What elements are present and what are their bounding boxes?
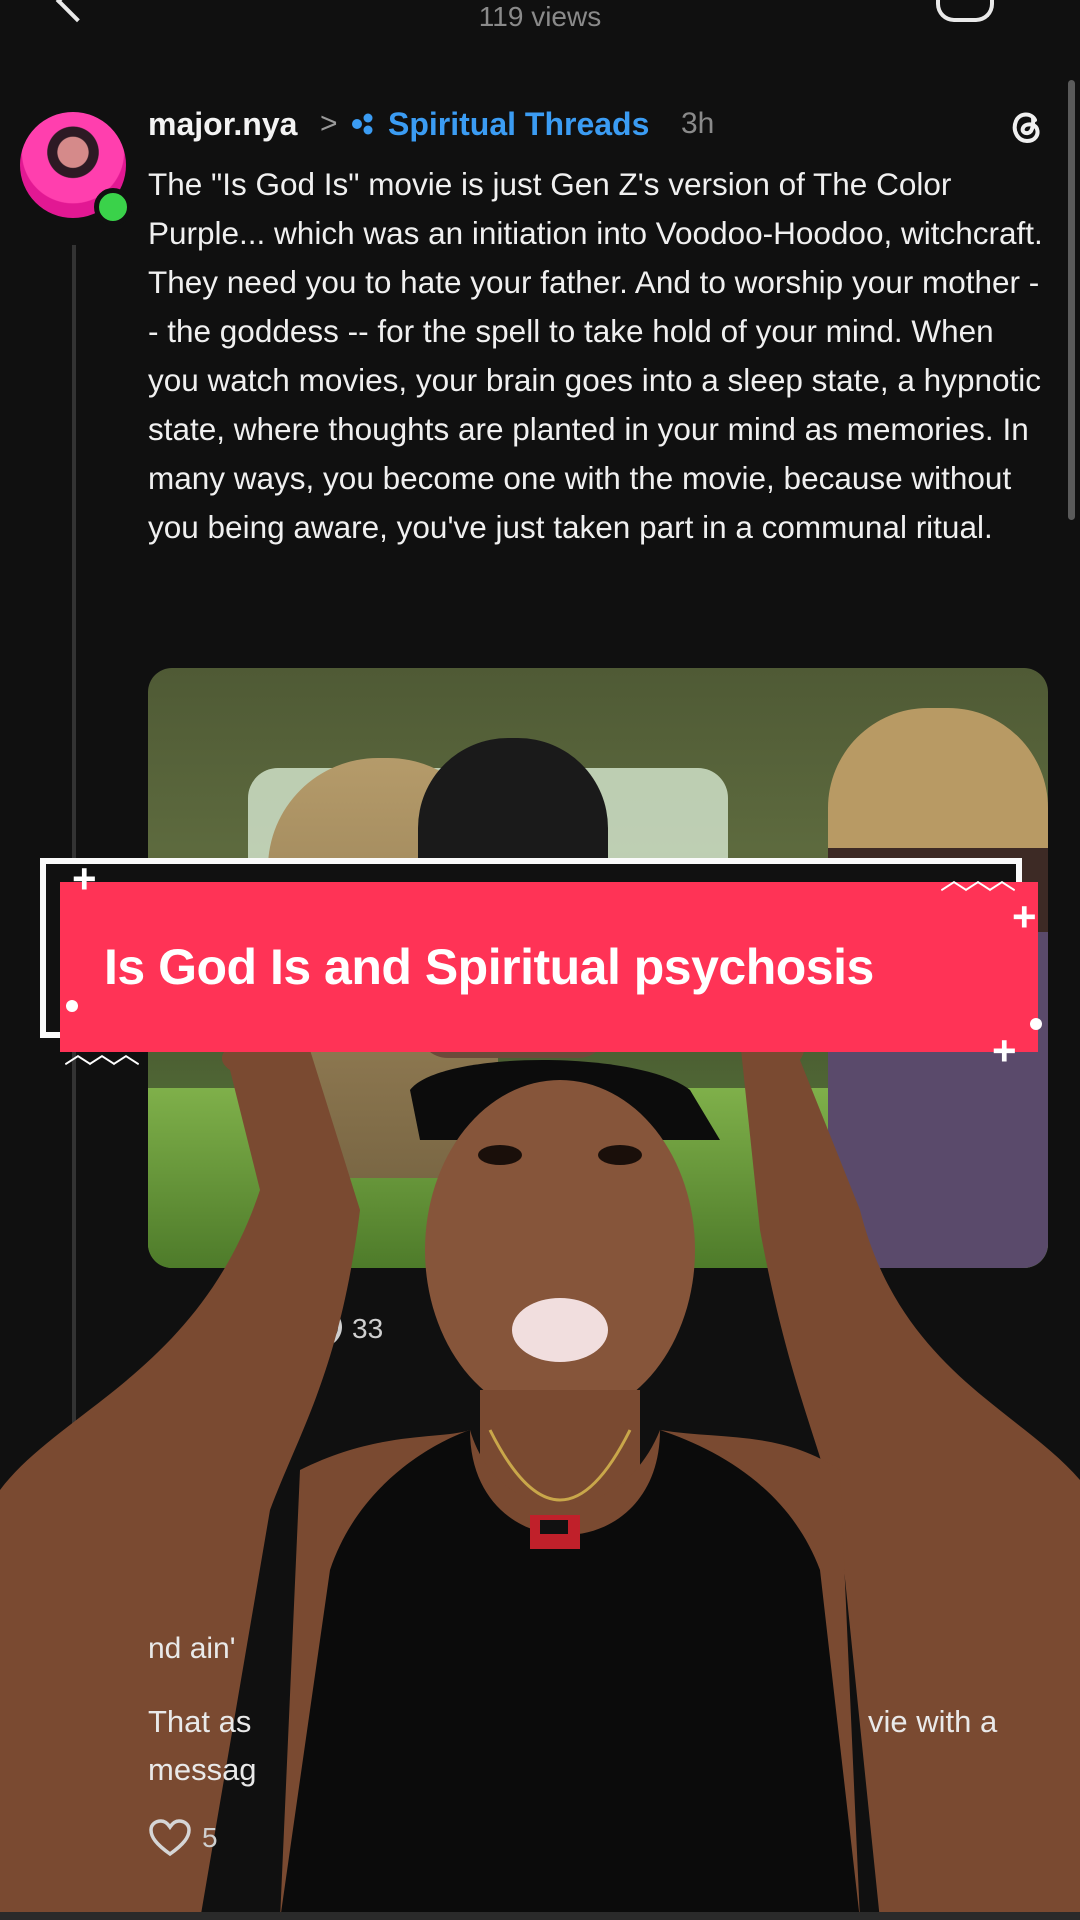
reply-like-count: 5 — [202, 1822, 218, 1853]
scrollbar[interactable] — [1068, 80, 1075, 520]
plus-decoration-icon: + — [72, 855, 97, 902]
reply-text-line: nd ain' — [148, 1632, 236, 1665]
zigzag-decoration-icon: ︿︿︿ — [64, 1038, 140, 1069]
dot-decoration-icon — [66, 1000, 78, 1012]
community-icon — [352, 113, 373, 135]
post-timestamp: 3h — [681, 107, 715, 140]
reply-text-line: messag — [148, 1752, 257, 1787]
dot-decoration-icon — [1030, 1018, 1042, 1030]
reply-text-line: vie with a — [868, 1704, 998, 1739]
zigzag-decoration-icon: ︿︿︿ — [940, 864, 1016, 895]
reply-text-line: That as — [148, 1704, 252, 1739]
plus-decoration-icon: + — [992, 1027, 1017, 1074]
post-text: The "Is God Is" movie is just Gen Z's ve… — [148, 166, 1043, 545]
overlay-banner: Is God Is and Spiritual psychosis — [60, 882, 1038, 1052]
notification-bell-icon[interactable] — [936, 0, 994, 22]
online-status-indicator — [94, 188, 132, 226]
chevron-right-icon: > — [320, 107, 338, 140]
views-count: 119 views — [478, 1, 602, 32]
community-link[interactable]: Spiritual Threads — [388, 104, 649, 144]
post-username[interactable]: major.nya — [148, 104, 297, 144]
bottom-divider — [0, 1912, 1080, 1920]
banner-title: Is God Is and Spiritual psychosis — [104, 939, 874, 995]
plus-decoration-icon: + — [1012, 893, 1037, 940]
heart-icon[interactable] — [148, 1818, 192, 1858]
threads-logo-icon[interactable] — [1004, 104, 1048, 148]
